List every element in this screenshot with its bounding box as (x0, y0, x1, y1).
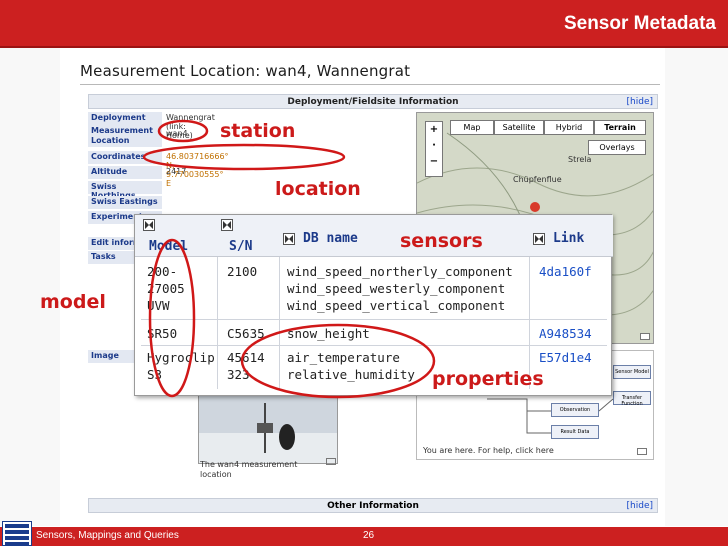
page-number: 26 (363, 530, 375, 541)
location-annotation: location (275, 178, 361, 200)
cell-link[interactable]: E57d1e4 (539, 349, 592, 366)
info-label: Altitude (88, 166, 162, 179)
column-resize-icon[interactable] (533, 233, 545, 245)
other-panel-title: Other Information (327, 501, 419, 511)
info-label: Measurement Location (88, 125, 162, 147)
column-divider (279, 257, 280, 389)
column-divider (217, 257, 218, 389)
cell-sn: 2100 (227, 264, 258, 279)
cell-link[interactable]: 4da160f (539, 263, 592, 280)
cell-db-name: snow_height (287, 326, 370, 341)
other-panel-header: Other Information [hide] (88, 498, 658, 513)
station-value: wan4 (166, 129, 188, 138)
info-label: Deployment (88, 112, 162, 125)
deployment-panel-title: Deployment/Fieldsite Information (287, 97, 459, 107)
page-title: Measurement Location: wan4, Wannengrat (80, 62, 411, 80)
cell-sn: 45614 323 (227, 350, 265, 382)
footer-text: Sensors, Mappings and Queries (36, 530, 179, 541)
map-expand-icon[interactable] (640, 333, 650, 340)
deployment-panel-header: Deployment/Fieldsite Information [hide] (88, 94, 658, 109)
cell-model: SR50 (147, 326, 178, 341)
map-marker-icon (530, 202, 540, 212)
column-resize-icon[interactable] (221, 219, 233, 231)
title-rule (0, 46, 728, 48)
map-type-terrain-button[interactable]: Terrain (594, 120, 646, 135)
photo-expand-icon[interactable] (326, 458, 336, 465)
expand-icon[interactable] (637, 448, 647, 455)
row-divider (141, 345, 607, 346)
cell-sn: C5635 (227, 326, 265, 341)
university-logo (2, 521, 32, 546)
column-header-model[interactable]: Model (149, 239, 188, 254)
map-type-satellite-button[interactable]: Satellite (494, 120, 544, 135)
properties-annotation: properties (432, 368, 544, 390)
photo-scene (199, 393, 337, 463)
station-photo (198, 392, 338, 464)
diagram-help-text[interactable]: You are here. For help, click here (423, 446, 554, 455)
station-annotation: station (220, 120, 296, 142)
column-header-db-name[interactable]: DB name (303, 231, 358, 246)
map-type-map-button[interactable]: Map (450, 120, 494, 135)
sensors-annotation: sensors (400, 230, 483, 252)
cell-link[interactable]: A948534 (539, 325, 592, 342)
photo-caption: The wan4 measurement location (200, 460, 298, 479)
page-title-divider (80, 84, 660, 85)
model-annotation: model (40, 291, 106, 313)
slide-title-bar: Sensor Metadata (0, 0, 728, 48)
cell-model: 200- 27005 UVW (147, 264, 185, 313)
slide-title: Sensor Metadata (563, 13, 716, 34)
map-place-label: Strela (568, 155, 592, 164)
deployment-hide-link[interactable]: [hide] (627, 97, 653, 107)
column-header-sn[interactable]: S/N (229, 239, 252, 254)
info-label: Swiss Eastings (88, 196, 162, 209)
other-hide-link[interactable]: [hide] (627, 501, 653, 511)
overlays-button[interactable]: Overlays (588, 140, 646, 155)
info-label: Swiss Northings (88, 181, 162, 200)
cell-db-name: air_temperature relative_humidity (287, 350, 415, 382)
map-type-hybrid-button[interactable]: Hybrid (544, 120, 594, 135)
column-resize-icon[interactable] (143, 219, 155, 231)
cell-model: Hygroclip S3 (147, 350, 215, 382)
cell-db-name: wind_speed_northerly_component wind_spee… (287, 264, 513, 313)
column-header-link[interactable]: Link (553, 231, 584, 246)
column-resize-icon[interactable] (283, 233, 295, 245)
info-label: Coordinates (88, 151, 162, 164)
zoom-control[interactable]: + · − (425, 121, 443, 177)
row-divider (141, 319, 607, 320)
slide-footer: Sensors, Mappings and Queries 26 (0, 527, 728, 546)
altitude-value: 2417 (166, 167, 187, 176)
map-place-label: Chüpfenflue (513, 175, 562, 184)
